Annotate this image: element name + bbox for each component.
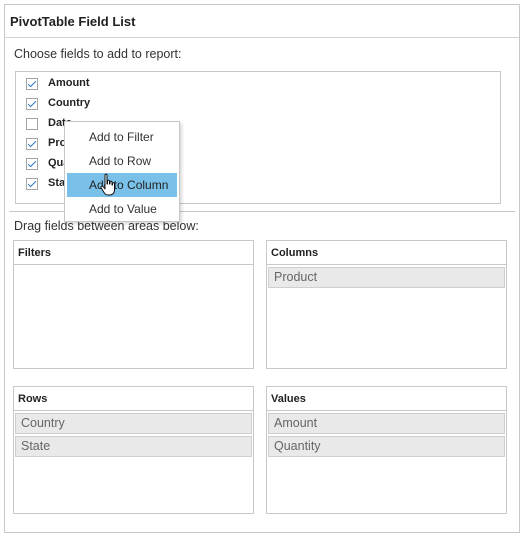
values-item-quantity[interactable]: Quantity: [268, 436, 505, 457]
values-item-amount[interactable]: Amount: [268, 413, 505, 434]
filters-area[interactable]: Filters: [13, 240, 254, 369]
check-icon: [27, 178, 37, 188]
field-row-amount[interactable]: Amount: [16, 75, 500, 95]
rows-item-state[interactable]: State: [15, 436, 252, 457]
check-icon: [27, 98, 37, 108]
field-label: Country: [48, 97, 91, 109]
pivot-field-list-panel: PivotTable Field List Choose fields to a…: [4, 4, 520, 533]
choose-fields-label: Choose fields to add to report:: [14, 47, 182, 61]
field-checkbox-quantity[interactable]: [26, 158, 38, 170]
hand-cursor-icon: [100, 173, 115, 196]
values-area-header: Values: [267, 387, 506, 411]
rows-item-country[interactable]: Country: [15, 413, 252, 434]
values-area[interactable]: Values Amount Quantity: [266, 386, 507, 514]
field-checkbox-product[interactable]: [26, 138, 38, 150]
check-icon: [27, 78, 37, 88]
field-row-country[interactable]: Country: [16, 95, 500, 115]
menu-item-add-to-value[interactable]: Add to Value: [65, 197, 179, 221]
columns-area-header: Columns: [267, 241, 506, 265]
rows-area[interactable]: Rows Country State: [13, 386, 254, 514]
menu-item-add-to-filter[interactable]: Add to Filter: [65, 125, 179, 149]
field-label: Amount: [48, 77, 90, 89]
columns-area[interactable]: Columns Product: [266, 240, 507, 369]
filters-area-header: Filters: [14, 241, 253, 265]
field-context-menu: Add to Filter Add to Row Add to Column A…: [64, 121, 180, 222]
field-checkbox-state[interactable]: [26, 178, 38, 190]
rows-area-header: Rows: [14, 387, 253, 411]
field-checkbox-date[interactable]: [26, 118, 38, 130]
panel-title: PivotTable Field List: [5, 5, 519, 38]
check-icon: [27, 158, 37, 168]
check-icon: [27, 138, 37, 148]
columns-item-product[interactable]: Product: [268, 267, 505, 288]
menu-item-add-to-column[interactable]: Add to Column: [67, 173, 177, 197]
menu-item-add-to-row[interactable]: Add to Row: [65, 149, 179, 173]
field-checkbox-amount[interactable]: [26, 78, 38, 90]
field-checkbox-country[interactable]: [26, 98, 38, 110]
